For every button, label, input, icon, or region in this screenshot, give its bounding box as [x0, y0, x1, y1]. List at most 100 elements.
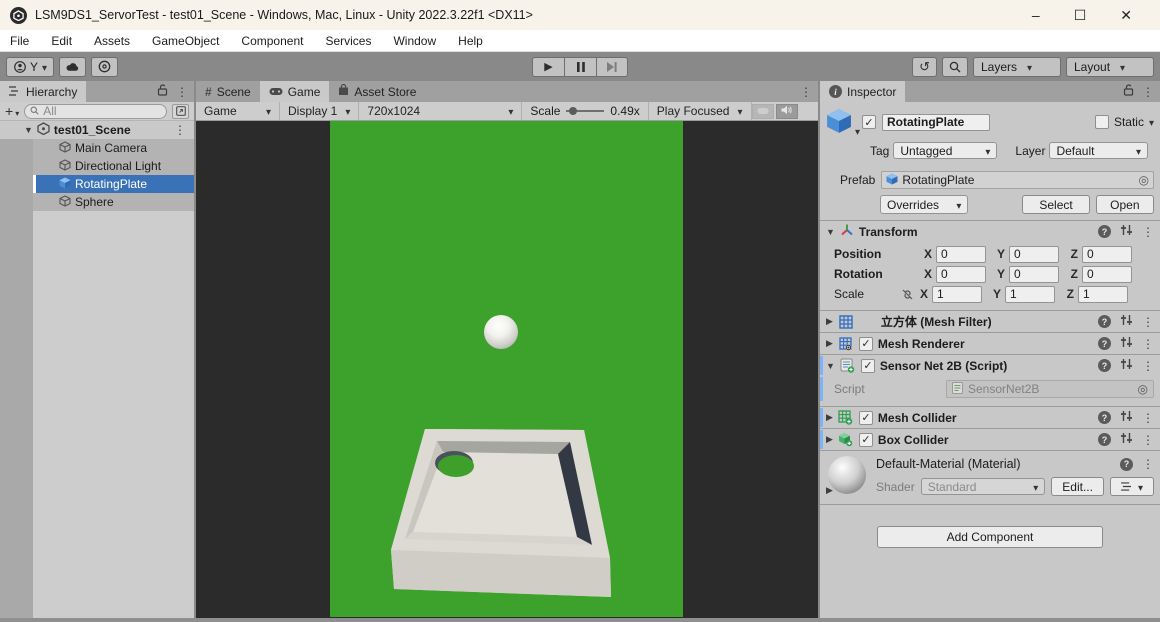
- preset-icon[interactable]: [1120, 314, 1133, 329]
- display-dropdown[interactable]: Display 1: [280, 102, 359, 120]
- position-z-field[interactable]: 0: [1082, 246, 1132, 263]
- rotation-z-field[interactable]: 0: [1082, 266, 1132, 283]
- menu-file[interactable]: File: [10, 34, 29, 48]
- scale-y-field[interactable]: 1: [1005, 286, 1055, 303]
- version-control-button[interactable]: [91, 57, 118, 77]
- shader-dropdown[interactable]: Standard: [921, 478, 1046, 495]
- scale-x-field[interactable]: 1: [932, 286, 982, 303]
- box-collider-header[interactable]: ▶ Box Collider ? ⋮: [820, 428, 1160, 450]
- play-focused-dropdown[interactable]: Play Focused: [648, 102, 752, 120]
- material-preview-sphere[interactable]: [828, 456, 866, 494]
- component-menu-icon[interactable]: ⋮: [1142, 359, 1154, 373]
- stats-button[interactable]: [752, 104, 774, 119]
- tab-asset-store[interactable]: Asset Store: [329, 81, 425, 102]
- menu-window[interactable]: Window: [393, 34, 436, 48]
- unlock-icon[interactable]: [1123, 84, 1134, 99]
- prefab-object-field[interactable]: RotatingPlate ◎: [881, 171, 1154, 189]
- component-enabled-checkbox[interactable]: [859, 433, 873, 447]
- tab-game[interactable]: Game: [260, 81, 330, 102]
- position-x-field[interactable]: 0: [936, 246, 986, 263]
- menu-edit[interactable]: Edit: [51, 34, 72, 48]
- preset-icon[interactable]: [1120, 410, 1133, 425]
- hierarchy-item-sphere[interactable]: Sphere: [33, 193, 194, 211]
- foldout-open-icon[interactable]: ▼: [826, 227, 835, 237]
- foldout-closed-icon[interactable]: ▶: [826, 485, 833, 496]
- rotation-y-field[interactable]: 0: [1009, 266, 1059, 283]
- inspector-menu-icon[interactable]: ⋮: [1142, 85, 1154, 99]
- prefab-cube-icon[interactable]: [826, 108, 856, 136]
- preset-icon[interactable]: [1120, 224, 1133, 239]
- menu-component[interactable]: Component: [241, 34, 303, 48]
- menu-gameobject[interactable]: GameObject: [152, 34, 219, 48]
- undo-history-button[interactable]: ↺: [912, 57, 937, 77]
- edit-shader-button[interactable]: Edit...: [1051, 477, 1104, 496]
- component-menu-icon[interactable]: ⋮: [1142, 225, 1154, 239]
- hierarchy-item-directional-light[interactable]: Directional Light: [33, 157, 194, 175]
- foldout-closed-icon[interactable]: ▶: [826, 412, 833, 423]
- foldout-closed-icon[interactable]: ▶: [826, 316, 833, 327]
- tab-inspector[interactable]: i Inspector: [820, 81, 905, 102]
- mute-audio-button[interactable]: [776, 104, 798, 119]
- position-y-field[interactable]: 0: [1009, 246, 1059, 263]
- broken-link-icon[interactable]: [896, 289, 918, 300]
- mesh-filter-header[interactable]: ▶ 立方体 (Mesh Filter) ? ⋮: [820, 310, 1160, 332]
- mesh-renderer-header[interactable]: ▶ Mesh Renderer ? ⋮: [820, 332, 1160, 354]
- tab-scene[interactable]: # Scene: [196, 81, 260, 102]
- select-button[interactable]: Select: [1022, 195, 1089, 214]
- active-checkbox[interactable]: [862, 115, 876, 129]
- help-icon[interactable]: ?: [1098, 337, 1111, 350]
- mesh-collider-header[interactable]: ▶ Mesh Collider ? ⋮: [820, 406, 1160, 428]
- help-icon[interactable]: ?: [1120, 458, 1133, 471]
- account-button[interactable]: Y: [6, 57, 54, 77]
- open-button[interactable]: Open: [1096, 195, 1154, 214]
- scale-slider[interactable]: [566, 110, 604, 112]
- static-checkbox[interactable]: [1095, 115, 1109, 129]
- chevron-down-icon[interactable]: [1149, 115, 1154, 129]
- component-menu-icon[interactable]: ⋮: [1142, 411, 1154, 425]
- hierarchy-empty-area[interactable]: [0, 211, 194, 621]
- help-icon[interactable]: ?: [1098, 433, 1111, 446]
- foldout-closed-icon[interactable]: ▶: [826, 434, 833, 445]
- foldout-open-icon[interactable]: ▼: [826, 361, 835, 371]
- resolution-dropdown[interactable]: 720x1024: [359, 102, 522, 120]
- menu-help[interactable]: Help: [458, 34, 483, 48]
- preset-icon[interactable]: [1120, 336, 1133, 351]
- preset-icon[interactable]: [1120, 432, 1133, 447]
- hierarchy-menu-icon[interactable]: ⋮: [176, 85, 188, 99]
- game-panel-menu-icon[interactable]: ⋮: [800, 85, 812, 99]
- unlock-icon[interactable]: [157, 84, 168, 99]
- layout-dropdown[interactable]: Layout: [1066, 57, 1154, 77]
- component-menu-icon[interactable]: ⋮: [1142, 315, 1154, 329]
- material-menu-icon[interactable]: ⋮: [1142, 457, 1154, 471]
- scale-z-field[interactable]: 1: [1078, 286, 1128, 303]
- gameobject-name-field[interactable]: RotatingPlate: [882, 114, 990, 131]
- layers-dropdown[interactable]: Layers: [973, 57, 1061, 77]
- scene-menu-icon[interactable]: ⋮: [174, 123, 194, 137]
- layer-dropdown[interactable]: Default: [1049, 142, 1148, 159]
- step-button[interactable]: [596, 57, 628, 77]
- create-object-button[interactable]: +: [5, 103, 19, 119]
- component-enabled-checkbox[interactable]: [859, 337, 873, 351]
- sensor-net-script-header[interactable]: ▼ Sensor Net 2B (Script) ? ⋮: [820, 354, 1160, 376]
- search-button[interactable]: [942, 57, 968, 77]
- help-icon[interactable]: ?: [1098, 225, 1111, 238]
- help-icon[interactable]: ?: [1098, 411, 1111, 424]
- tag-dropdown[interactable]: Untagged: [893, 142, 997, 159]
- tab-hierarchy[interactable]: Hierarchy: [0, 81, 86, 102]
- component-menu-icon[interactable]: ⋮: [1142, 337, 1154, 351]
- open-search-window-button[interactable]: [172, 104, 189, 119]
- close-button[interactable]: ✕: [1120, 8, 1132, 22]
- scene-row[interactable]: ▼ test01_Scene ⋮: [0, 121, 194, 139]
- foldout-closed-icon[interactable]: ▶: [826, 338, 833, 349]
- object-picker-icon[interactable]: ◎: [1139, 173, 1149, 187]
- component-enabled-checkbox[interactable]: [861, 359, 875, 373]
- minimize-button[interactable]: –: [1032, 8, 1040, 22]
- slider-knob[interactable]: [569, 107, 577, 115]
- object-picker-icon[interactable]: ◎: [1138, 382, 1148, 396]
- help-icon[interactable]: ?: [1098, 359, 1111, 372]
- add-component-button[interactable]: Add Component: [877, 526, 1103, 548]
- component-menu-icon[interactable]: ⋮: [1142, 433, 1154, 447]
- game-viewport[interactable]: [196, 121, 818, 621]
- script-object-field[interactable]: SensorNet2B ◎: [946, 380, 1154, 398]
- overrides-dropdown[interactable]: Overrides: [880, 195, 968, 214]
